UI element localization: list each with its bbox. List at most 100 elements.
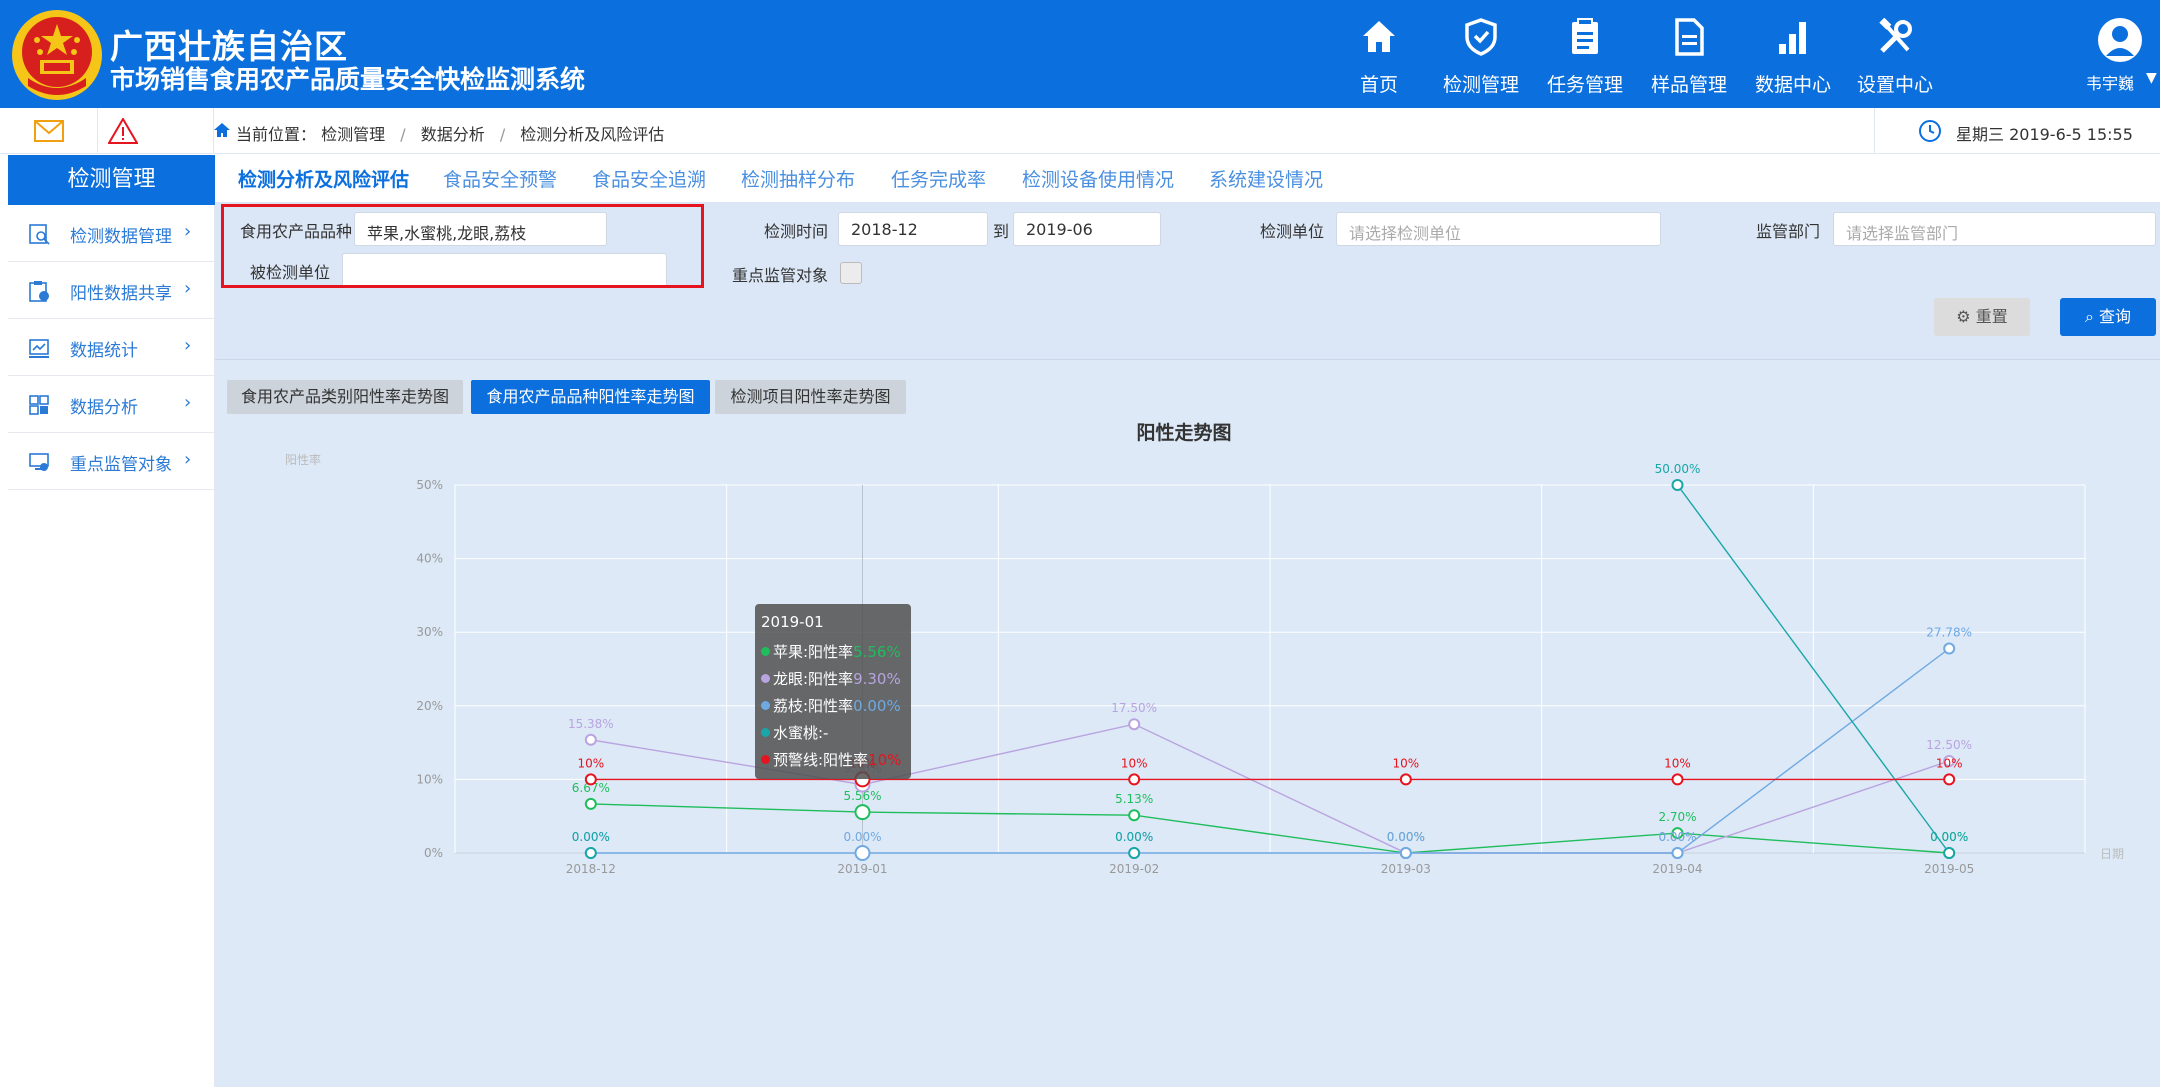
- reset-button[interactable]: ⚙ 重置: [1934, 298, 2030, 336]
- legend-dot: [761, 728, 770, 737]
- clipboard-icon: [1572, 18, 1598, 54]
- nav-settings-label: 设置中心: [1856, 74, 1933, 96]
- breadcrumb-prefix: 当前位置：: [236, 125, 317, 144]
- dept-select[interactable]: 请选择监管部门: [1833, 212, 2156, 246]
- tab-analysis-risk[interactable]: 检测分析及风险评估: [238, 165, 409, 192]
- breadcrumb-item-inspection[interactable]: 检测管理: [321, 125, 385, 144]
- warning-icon[interactable]: [108, 118, 138, 144]
- chevron-right-icon: ›: [184, 449, 192, 470]
- x-tick-label: 2019-05: [1924, 862, 1974, 876]
- sidebar-item-label: 阳性数据共享: [70, 284, 172, 304]
- sidebar-item-label: 重点监管对象: [70, 455, 172, 475]
- series-2-data-label: 27.78%: [1926, 626, 1972, 640]
- series-3-data-label: 50.00%: [1655, 462, 1701, 476]
- key-object-checkbox[interactable]: [840, 262, 862, 284]
- breadcrumb: 当前位置： 检测管理 / 数据分析 / 检测分析及风险评估: [236, 121, 664, 145]
- sidebar-item-analysis[interactable]: 数据分析 ›: [8, 376, 215, 433]
- tab-food-safety-warning[interactable]: 食品安全预警: [443, 165, 557, 192]
- reset-button-label: 重置: [1975, 307, 2008, 326]
- user-name[interactable]: 韦宇巍: [2086, 70, 2134, 94]
- y-tick-label: 10%: [416, 772, 443, 786]
- x-tick-label: 2019-04: [1652, 862, 1702, 876]
- series-3-data-label: 0.00%: [572, 830, 610, 844]
- dept-label: 监管部门: [1756, 222, 1821, 241]
- highlight-box: [221, 204, 704, 288]
- bar-chart-icon: [1779, 22, 1806, 54]
- statistics-icon: [29, 339, 49, 358]
- shield-icon: [1465, 18, 1497, 56]
- sidebar-item-label: 数据分析: [70, 398, 138, 418]
- series-4-point: [1943, 773, 1956, 786]
- monitor-icon: [29, 453, 49, 471]
- trend-chart: 阳性走势图阳性率日期 0% 10% 20% 30% 40% 50% 2018-12 2019-0…: [285, 421, 2124, 876]
- sidebar-item-statistics[interactable]: 数据统计 ›: [8, 319, 215, 376]
- user-icon: [2106, 26, 2134, 56]
- legend-dot: [761, 647, 770, 656]
- series-3-point: [1943, 847, 1956, 859]
- series-1-data-label: 15.38%: [568, 717, 614, 731]
- legend-dot: [761, 674, 770, 683]
- nav-inspection-label: 检测管理: [1442, 74, 1519, 96]
- tab-food-safety-trace[interactable]: 食品安全追溯: [592, 165, 706, 192]
- sidebar-item-key-monitoring[interactable]: 重点监管对象 ›: [8, 433, 215, 490]
- unit-label: 检测单位: [1260, 222, 1325, 241]
- tooltip-row-lychee: 荔枝:阳性率0.00%: [761, 695, 901, 716]
- breadcrumb-item-current: 检测分析及风险评估: [520, 125, 665, 144]
- nav-samples[interactable]: 样品管理: [1638, 0, 1740, 108]
- legend-dot: [761, 755, 770, 764]
- time-to-input[interactable]: 2019-06: [1013, 212, 1161, 246]
- series-3-data-label: 0.00%: [1930, 830, 1968, 844]
- tooltip-row-peach: 水蜜桃:-: [761, 722, 828, 743]
- nav-data-center-label: 数据中心: [1754, 74, 1831, 96]
- tab-sampling-distribution[interactable]: 检测抽样分布: [741, 165, 855, 192]
- chart-tab-variety[interactable]: 食用农产品品种阳性率走势图: [471, 380, 710, 414]
- x-tick-label: 2019-02: [1109, 862, 1159, 876]
- analysis-icon: [29, 395, 49, 415]
- user-menu-arrow-icon[interactable]: ▼: [2146, 70, 2157, 86]
- y-tick-label: 40%: [416, 552, 443, 566]
- date-divider: [1874, 108, 1875, 154]
- series-4-data-label: 10%: [1121, 756, 1148, 770]
- series-2-point: [1943, 642, 1956, 655]
- tab-task-completion[interactable]: 任务完成率: [891, 165, 986, 192]
- home-small-icon: [214, 123, 230, 137]
- x-axis-label: 日期: [2100, 847, 2124, 861]
- series-2-point: [1671, 847, 1684, 859]
- series-2-data-label: 0.00%: [843, 830, 881, 844]
- user-avatar[interactable]: [2098, 18, 2142, 62]
- y-tick-label: 20%: [416, 699, 443, 713]
- mail-icon[interactable]: [34, 120, 64, 142]
- series-4-point: [584, 773, 597, 786]
- breadcrumb-separator: /: [400, 125, 406, 144]
- chart-tab-category[interactable]: 食用农产品类别阳性率走势图: [227, 380, 463, 414]
- nav-settings[interactable]: 设置中心: [1844, 0, 1946, 108]
- query-button[interactable]: ⌕ 查询: [2060, 298, 2156, 336]
- nav-tasks-label: 任务管理: [1546, 74, 1623, 96]
- series-4-data-label: 10%: [1664, 756, 1691, 770]
- nav-home[interactable]: 首页: [1328, 0, 1430, 108]
- tab-system-construction[interactable]: 系统建设情况: [1209, 165, 1323, 192]
- tooltip-value: 9.30%: [853, 670, 901, 688]
- nav-inspection[interactable]: 检测管理: [1430, 0, 1532, 108]
- data-manage-icon: [29, 224, 50, 245]
- breadcrumb-separator: /: [499, 125, 506, 144]
- sidebar-item-data-manage[interactable]: 检测数据管理 ›: [8, 205, 215, 262]
- series-3-point: [584, 847, 597, 859]
- nav-tasks[interactable]: 任务管理: [1534, 0, 1636, 108]
- series-0-point: [1128, 809, 1141, 822]
- time-from-input[interactable]: 2018-12: [838, 212, 988, 246]
- sidebar-item-positive-share[interactable]: 阳性数据共享 ›: [8, 262, 215, 319]
- breadcrumb-item-analysis[interactable]: 数据分析: [421, 125, 485, 144]
- tab-device-usage[interactable]: 检测设备使用情况: [1022, 165, 1174, 192]
- chart-title: 阳性走势图: [1136, 421, 1231, 444]
- chevron-right-icon: ›: [184, 221, 192, 242]
- nav-data-center[interactable]: 数据中心: [1742, 0, 1844, 108]
- y-tick-label: 0%: [424, 846, 443, 860]
- series-3-point: [1671, 479, 1684, 491]
- unit-select[interactable]: 请选择检测单位: [1336, 212, 1661, 246]
- sidebar-title: 检测管理: [8, 155, 215, 205]
- chevron-right-icon: ›: [184, 392, 192, 413]
- chart-tab-test-item[interactable]: 检测项目阳性率走势图: [715, 380, 906, 414]
- clock-icon: [1919, 120, 1941, 142]
- tooltip-label: 预警线:阳性率: [773, 751, 869, 769]
